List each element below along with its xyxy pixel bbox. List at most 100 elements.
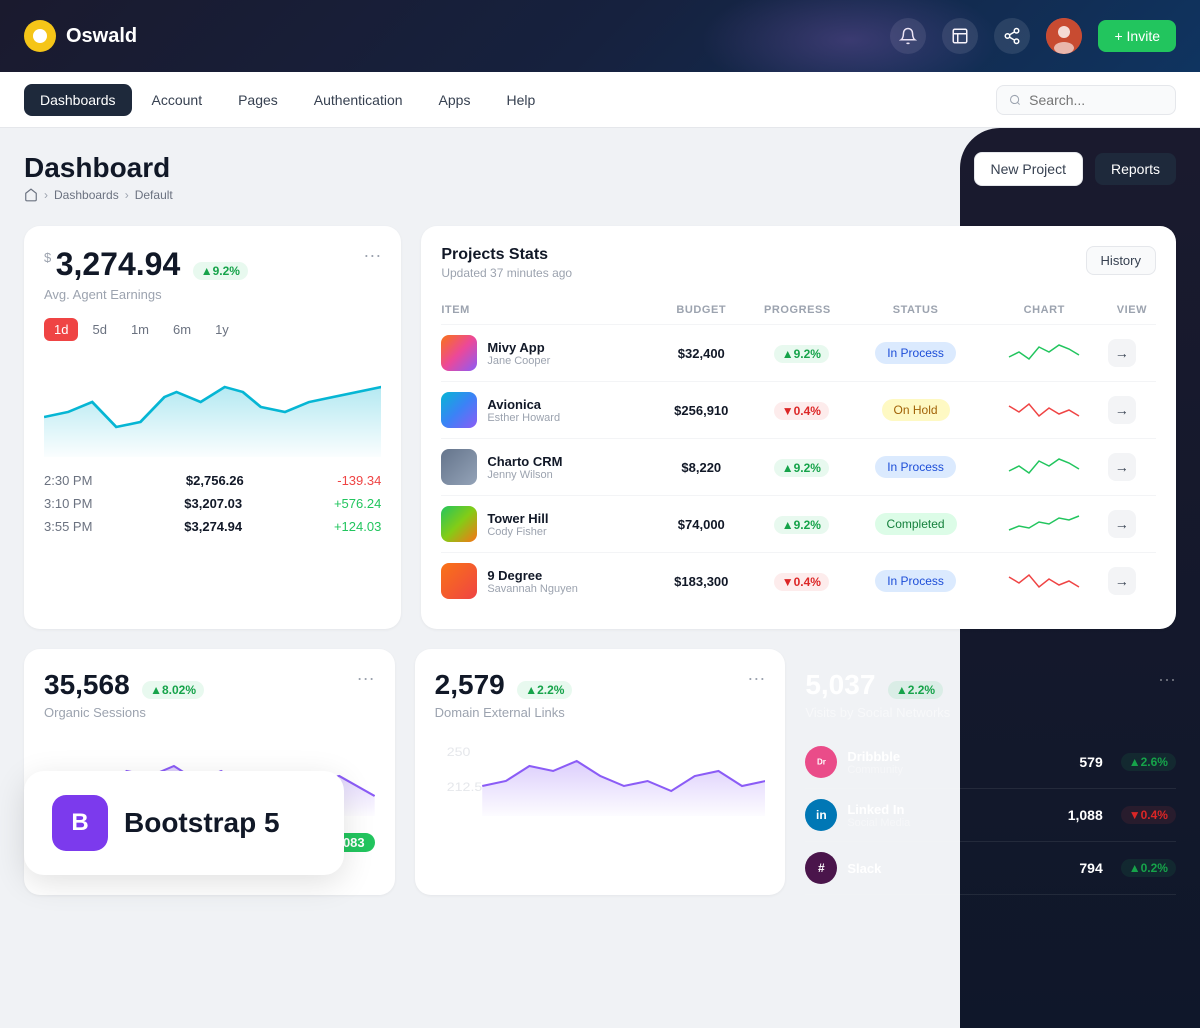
more-options-button[interactable]: ··· bbox=[363, 246, 381, 264]
more-options-sessions[interactable]: ··· bbox=[357, 669, 375, 687]
col-budget: BUDGET bbox=[658, 296, 744, 325]
projects-card: Projects Stats Updated 37 minutes ago Hi… bbox=[421, 226, 1176, 629]
col-view: VIEW bbox=[1108, 296, 1156, 325]
social-badge: ▲2.2% bbox=[888, 681, 943, 699]
view-button[interactable]: → bbox=[1108, 567, 1136, 595]
project-icon-9degree bbox=[441, 563, 477, 599]
more-options-links[interactable]: ··· bbox=[747, 669, 765, 687]
avatar[interactable] bbox=[1046, 18, 1082, 54]
external-links-badge: ▲2.2% bbox=[517, 681, 572, 699]
reports-button[interactable]: Reports bbox=[1095, 153, 1176, 185]
slack-icon: # bbox=[805, 852, 837, 884]
filter-1d[interactable]: 1d bbox=[44, 318, 78, 341]
table-row: 9 Degree Savannah Nguyen $183,300 ▼0.4% … bbox=[441, 553, 1156, 610]
page-header: Dashboard › Dashboards › Default New Pro… bbox=[24, 152, 1176, 202]
page-actions: New Project Reports bbox=[974, 152, 1177, 186]
nav-right: + Invite bbox=[890, 18, 1176, 54]
table-row: Charto CRM Jenny Wilson $8,220 ▲9.2% In … bbox=[441, 439, 1156, 496]
tab-dashboards[interactable]: Dashboards bbox=[24, 84, 132, 116]
view-button[interactable]: → bbox=[1108, 510, 1136, 538]
col-progress: PROGRESS bbox=[744, 296, 850, 325]
organic-sessions-label: Organic Sessions bbox=[44, 705, 204, 720]
organic-sessions-badge: ▲8.02% bbox=[142, 681, 204, 699]
tab-apps[interactable]: Apps bbox=[423, 84, 487, 116]
new-project-button[interactable]: New Project bbox=[974, 152, 1083, 186]
social-label: Visits by Social Networks bbox=[805, 705, 950, 720]
earnings-header: $ 3,274.94 ▲9.2% Avg. Agent Earnings bbox=[44, 246, 248, 302]
stat-row-1: 2:30 PM $2,756.26 -139.34 bbox=[44, 473, 381, 488]
project-icon-charto bbox=[441, 449, 477, 485]
external-links-label: Domain External Links bbox=[435, 705, 573, 720]
project-icon-mivy bbox=[441, 335, 477, 371]
tab-pages[interactable]: Pages bbox=[222, 84, 294, 116]
breadcrumb: › Dashboards › Default bbox=[24, 188, 173, 202]
tab-help[interactable]: Help bbox=[490, 84, 551, 116]
col-chart: CHART bbox=[981, 296, 1108, 325]
more-options-social[interactable]: ··· bbox=[1158, 669, 1176, 690]
table-row: Mivy App Jane Cooper $32,400 ▲9.2% In Pr… bbox=[441, 325, 1156, 382]
bootstrap-icon: B bbox=[52, 795, 108, 851]
notifications-icon[interactable] bbox=[890, 18, 926, 54]
view-button[interactable]: → bbox=[1108, 453, 1136, 481]
col-status: STATUS bbox=[850, 296, 980, 325]
search-bar bbox=[996, 85, 1176, 115]
social-list: Dr Dribbble Community 579 ▲2.6% in Linke… bbox=[805, 736, 1176, 895]
filter-1m[interactable]: 1m bbox=[121, 318, 159, 341]
social-row-dribbble: Dr Dribbble Community 579 ▲2.6% bbox=[805, 736, 1176, 789]
projects-title: Projects Stats bbox=[441, 246, 572, 264]
filter-1y[interactable]: 1y bbox=[205, 318, 239, 341]
invite-button[interactable]: + Invite bbox=[1098, 20, 1176, 52]
svg-text:250: 250 bbox=[446, 745, 470, 759]
earnings-chart bbox=[44, 357, 381, 457]
social-row-linkedin: in Linked In Social Media 1,088 ▼0.4% bbox=[805, 789, 1176, 842]
svg-text:212.5: 212.5 bbox=[446, 780, 481, 794]
view-button[interactable]: → bbox=[1108, 396, 1136, 424]
view-button[interactable]: → bbox=[1108, 339, 1136, 367]
tab-authentication[interactable]: Authentication bbox=[298, 84, 419, 116]
links-chart: 250 212.5 bbox=[435, 736, 766, 821]
top-navbar: Oswald + Invite bbox=[0, 0, 1200, 72]
currency-symbol: $ bbox=[44, 250, 51, 265]
page-title-area: Dashboard › Dashboards › Default bbox=[24, 152, 173, 202]
projects-subtitle: Updated 37 minutes ago bbox=[441, 266, 572, 280]
filter-5d[interactable]: 5d bbox=[82, 318, 116, 341]
social-header: 5,037 ▲2.2% Visits by Social Networks ··… bbox=[805, 649, 1176, 720]
search-icon bbox=[1009, 93, 1021, 107]
external-links-card: 2,579 ▲2.2% Domain External Links ··· 2 bbox=[415, 649, 786, 895]
earnings-card: $ 3,274.94 ▲9.2% Avg. Agent Earnings ···… bbox=[24, 226, 401, 629]
history-button[interactable]: History bbox=[1086, 246, 1156, 275]
secondary-navbar: Dashboards Account Pages Authentication … bbox=[0, 72, 1200, 128]
earnings-label: Avg. Agent Earnings bbox=[44, 287, 248, 302]
stat-row-2: 3:10 PM $3,207.03 +576.24 bbox=[44, 496, 381, 511]
messages-icon[interactable] bbox=[942, 18, 978, 54]
project-icon-tower bbox=[441, 506, 477, 542]
filter-6m[interactable]: 6m bbox=[163, 318, 201, 341]
social-value: 5,037 bbox=[805, 669, 875, 700]
main-content: Dashboard › Dashboards › Default New Pro… bbox=[0, 128, 1200, 895]
social-row-slack: # Slack 794 ▲0.2% bbox=[805, 842, 1176, 895]
time-filters: 1d 5d 1m 6m 1y bbox=[44, 318, 381, 341]
search-input[interactable] bbox=[1029, 92, 1163, 108]
earnings-stats: 2:30 PM $2,756.26 -139.34 3:10 PM $3,207… bbox=[44, 473, 381, 534]
col-item: ITEM bbox=[441, 296, 658, 325]
earnings-amount: 3,274.94 bbox=[56, 246, 181, 282]
page-title: Dashboard bbox=[24, 152, 173, 184]
organic-sessions-value: 35,568 bbox=[44, 669, 130, 700]
projects-table: ITEM BUDGET PROGRESS STATUS CHART VIEW bbox=[441, 296, 1156, 609]
home-icon bbox=[24, 188, 38, 202]
table-row: Tower Hill Cody Fisher $74,000 ▲9.2% Com… bbox=[441, 496, 1156, 553]
top-cards-row: $ 3,274.94 ▲9.2% Avg. Agent Earnings ···… bbox=[24, 226, 1176, 629]
svg-text:Dr: Dr bbox=[817, 758, 826, 767]
linkedin-icon: in bbox=[805, 799, 837, 831]
dribbble-icon: Dr bbox=[805, 746, 837, 778]
tab-account[interactable]: Account bbox=[136, 84, 219, 116]
logo-text: Oswald bbox=[66, 25, 137, 48]
earnings-badge: ▲9.2% bbox=[193, 262, 248, 280]
external-links-value: 2,579 bbox=[435, 669, 505, 700]
bootstrap-overlay: B Bootstrap 5 bbox=[24, 771, 344, 875]
project-icon-avionica bbox=[441, 392, 477, 428]
logo-icon bbox=[24, 20, 56, 52]
share-icon[interactable] bbox=[994, 18, 1030, 54]
stat-row-3: 3:55 PM $3,274.94 +124.03 bbox=[44, 519, 381, 534]
projects-header: Projects Stats Updated 37 minutes ago Hi… bbox=[441, 246, 1156, 280]
